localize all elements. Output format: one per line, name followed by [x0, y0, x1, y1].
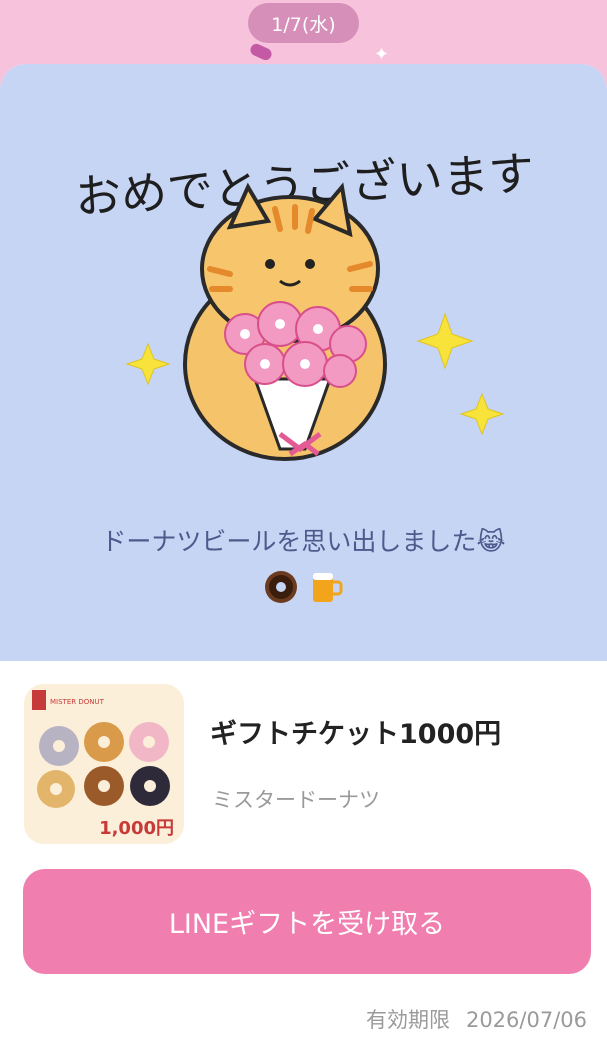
- product-title: ギフトチケット1000円: [210, 719, 502, 750]
- product-brand: ミスタードーナツ: [212, 788, 380, 812]
- expiry-date: 2026/07/06: [465, 1008, 587, 1032]
- cat-bouquet-sticker: おめでとうございます: [80, 149, 530, 461]
- candy-decoration: [248, 41, 274, 63]
- gift-card[interactable]: おめでとうございます ドーナツビールを思い出しました😹 MISTER DONUT…: [0, 64, 607, 1044]
- gift-hero: おめでとうございます ドーナツビールを思い出しました😹: [0, 64, 607, 661]
- product-thumbnail[interactable]: MISTER DONUT 1,000円: [24, 684, 184, 844]
- doughnut-icon: [264, 571, 297, 603]
- date-label: 1/7(水): [248, 3, 359, 43]
- expiry-info: 有効期限 2026/07/06: [350, 1004, 587, 1034]
- brand-logo-text: MISTER DONUT: [50, 698, 105, 706]
- thumb-price: 1,000円: [99, 818, 174, 839]
- sparkle-decoration: ✦: [374, 44, 390, 65]
- beer-mug-icon: [313, 573, 343, 602]
- gift-message-line2: [30, 564, 577, 608]
- expiry-label: 有効期限: [365, 1008, 450, 1032]
- receive-gift-button[interactable]: LINEギフトを受け取る: [23, 869, 591, 974]
- donut-assortment-image: MISTER DONUT 1,000円: [24, 684, 184, 844]
- gift-message-line1: ドーナツビールを思い出しました😹: [101, 527, 506, 556]
